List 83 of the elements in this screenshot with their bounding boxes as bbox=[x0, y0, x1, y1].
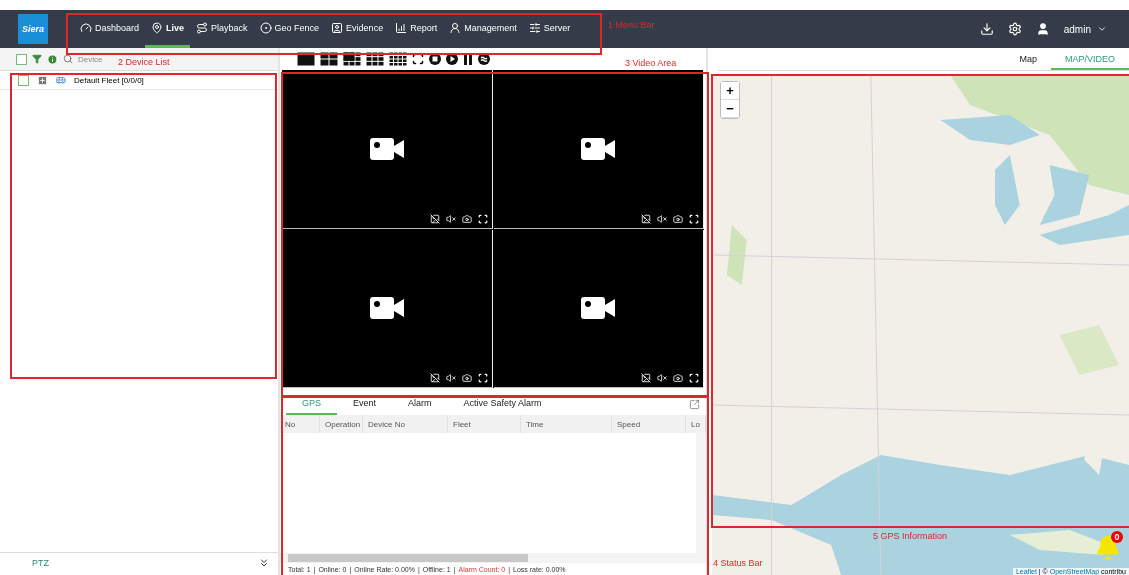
nav-icon bbox=[259, 21, 272, 34]
annotation-label: 3 Video Area bbox=[625, 58, 677, 68]
nav-icon bbox=[80, 21, 92, 34]
zoom-in-button[interactable]: + bbox=[721, 82, 739, 100]
video-camera-icon bbox=[581, 137, 616, 160]
quad-layout-icon[interactable] bbox=[320, 52, 338, 66]
info-tab[interactable]: Alarm bbox=[392, 393, 448, 415]
pause-icon[interactable] bbox=[463, 53, 473, 65]
fullscreen-icon[interactable] bbox=[477, 373, 488, 383]
nine-layout-icon[interactable] bbox=[366, 52, 384, 66]
column-header: Operation bbox=[320, 415, 363, 433]
download-icon[interactable] bbox=[979, 22, 994, 36]
nav-tab[interactable]: Evidence bbox=[325, 10, 390, 48]
column-header: No bbox=[280, 415, 320, 433]
info-tab[interactable]: Active Safety Alarm bbox=[447, 393, 558, 415]
camera-icon[interactable] bbox=[673, 373, 683, 383]
video-camera-icon bbox=[369, 137, 404, 160]
nav-icon bbox=[528, 21, 541, 34]
caret-icon bbox=[1097, 24, 1107, 34]
nav-icon bbox=[151, 21, 164, 34]
stream-icon[interactable] bbox=[478, 53, 490, 65]
settings-icon[interactable] bbox=[1007, 22, 1022, 36]
fullscreen-icon[interactable] bbox=[412, 53, 424, 65]
play-icon[interactable] bbox=[446, 53, 458, 65]
nav-tab[interactable]: Dashboard bbox=[74, 10, 146, 48]
video-cell[interactable] bbox=[282, 229, 493, 388]
video-cell[interactable] bbox=[493, 229, 704, 388]
expand-icon[interactable] bbox=[258, 557, 270, 569]
nav-tab[interactable]: Management bbox=[443, 10, 523, 48]
annotation-label: 4 Status Bar bbox=[713, 558, 763, 568]
select-all-checkbox[interactable] bbox=[16, 53, 27, 65]
map-tab[interactable]: Map bbox=[1005, 50, 1051, 70]
nav-icon bbox=[449, 21, 462, 34]
camera-icon[interactable] bbox=[673, 213, 683, 224]
bell-icon[interactable] bbox=[1095, 535, 1121, 561]
snapshot-off-icon[interactable] bbox=[641, 373, 651, 383]
nav-tab[interactable]: Geo Fence bbox=[253, 10, 326, 48]
column-header: Time bbox=[521, 415, 612, 433]
filter-icon[interactable] bbox=[32, 54, 42, 64]
mute-icon[interactable] bbox=[445, 373, 456, 383]
popout-icon[interactable] bbox=[689, 398, 700, 410]
nav-tab[interactable]: Server bbox=[522, 10, 577, 48]
fullscreen-icon[interactable] bbox=[689, 373, 699, 383]
nav-tab[interactable]: Playback bbox=[190, 10, 254, 48]
scrollbar[interactable] bbox=[280, 553, 706, 563]
user-icon[interactable] bbox=[1035, 22, 1050, 36]
mute-icon[interactable] bbox=[657, 213, 667, 224]
video-camera-icon bbox=[369, 297, 404, 320]
mute-icon[interactable] bbox=[445, 213, 456, 224]
mute-icon[interactable] bbox=[657, 373, 667, 383]
column-header: Fleet bbox=[448, 415, 521, 433]
fullscreen-icon[interactable] bbox=[689, 213, 699, 224]
video-cell[interactable] bbox=[282, 70, 493, 229]
stop-icon[interactable] bbox=[429, 53, 441, 65]
search-label: Device bbox=[78, 54, 103, 64]
ptz-label[interactable]: PTZ bbox=[32, 558, 49, 568]
video-cell[interactable] bbox=[493, 70, 704, 229]
nav-tab[interactable]: Report bbox=[389, 10, 444, 48]
bus-icon bbox=[56, 75, 66, 85]
snapshot-off-icon[interactable] bbox=[429, 373, 440, 383]
info-icon[interactable] bbox=[47, 53, 58, 65]
annotation-label: 5 GPS Information bbox=[873, 531, 948, 541]
logo: Siera bbox=[18, 14, 48, 44]
search-icon[interactable] bbox=[63, 54, 73, 64]
column-header: Device No bbox=[363, 415, 448, 433]
nav-icon bbox=[331, 21, 344, 34]
user-menu[interactable]: admin bbox=[1063, 23, 1107, 35]
nav-icon bbox=[196, 21, 209, 34]
fullscreen-icon[interactable] bbox=[477, 213, 488, 224]
snapshot-off-icon[interactable] bbox=[641, 213, 651, 224]
camera-icon[interactable] bbox=[461, 373, 472, 383]
map-tab[interactable]: MAP/VIDEO bbox=[1051, 50, 1129, 70]
camera-icon[interactable] bbox=[461, 213, 472, 224]
snapshot-off-icon[interactable] bbox=[429, 213, 440, 224]
info-tab[interactable]: Event bbox=[337, 393, 393, 415]
tree-checkbox[interactable] bbox=[18, 74, 29, 86]
nav-icon bbox=[395, 21, 408, 34]
column-header: Speed bbox=[612, 415, 686, 433]
annotation-label: 2 Device List bbox=[118, 57, 170, 67]
video-camera-icon bbox=[581, 297, 616, 320]
annotation-label: 1 Menu Bar bbox=[608, 20, 655, 30]
fleet-label[interactable]: Default Fleet [0/0/0] bbox=[74, 75, 144, 85]
six-layout-icon[interactable] bbox=[343, 52, 361, 66]
